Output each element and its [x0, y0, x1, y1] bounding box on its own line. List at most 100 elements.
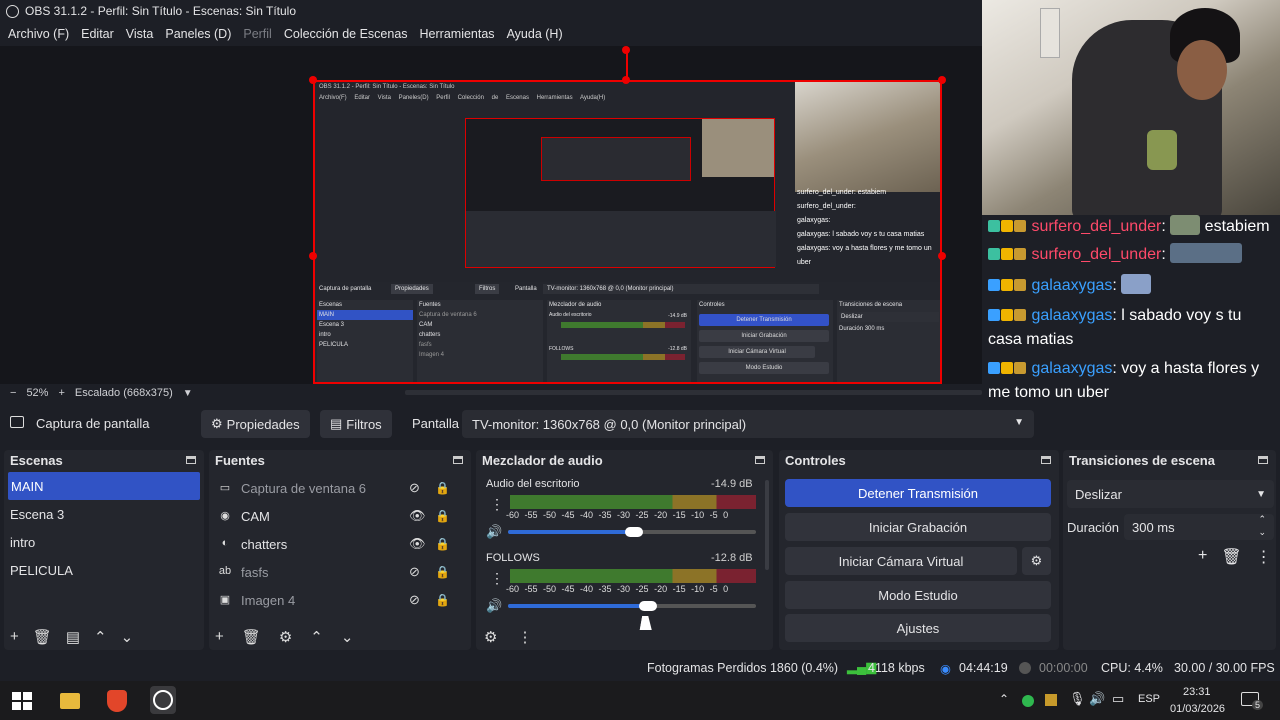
file-explorer-icon[interactable] — [60, 693, 80, 709]
lock-icon[interactable]: 🔒 — [435, 509, 450, 523]
arrow-up-icon[interactable]: ⌃ — [94, 628, 107, 646]
menu-editar[interactable]: Editar — [75, 27, 120, 41]
menu-paneles[interactable]: Paneles (D) — [159, 27, 237, 41]
menu-coleccion-escenas[interactable]: Colección de Escenas — [278, 27, 414, 41]
nested-menu: Archivo(F) Editar Vista Paneles(D) Perfi… — [319, 95, 606, 101]
scene-item-pelicula[interactable]: PELICULA — [4, 556, 204, 584]
chat-message: surfero_del_under: estabiem — [988, 215, 1278, 239]
trash-icon[interactable]: 🗑 — [33, 628, 52, 646]
scene-item-intro[interactable]: intro — [4, 528, 204, 556]
scene-item-escena-3[interactable]: Escena 3 — [4, 500, 204, 528]
gear-icon[interactable]: ⚙ — [484, 628, 497, 646]
network-icon[interactable]: ▭ — [1112, 691, 1124, 707]
more-options-icon[interactable]: ⋮ — [1256, 547, 1272, 567]
duration-spinbox[interactable]: 300 ms ⌃ ⌄ — [1124, 514, 1274, 540]
menu-vista[interactable]: Vista — [120, 27, 160, 41]
brave-browser-icon[interactable] — [107, 690, 127, 712]
menu-bar: Archivo (F) Editar Vista Paneles (D) Per… — [0, 22, 982, 46]
resize-handle-tr[interactable] — [938, 76, 946, 84]
stop-streaming-button[interactable]: Detener Transmisión — [785, 479, 1051, 507]
resize-handle-r[interactable] — [938, 252, 946, 260]
chat-message: galaaxygas: voy a hasta flores y me tomo… — [988, 360, 1260, 401]
menu-herramientas[interactable]: Herramientas — [414, 27, 501, 41]
filter-icon[interactable]: ▤ — [66, 628, 80, 646]
clock-date[interactable]: 01/03/2026 — [1170, 703, 1225, 715]
microphone-icon[interactable]: 🎙 — [1069, 691, 1086, 707]
emote-icon — [1170, 215, 1201, 235]
lock-icon[interactable]: 🔒 — [435, 565, 450, 579]
tray-app-icon[interactable] — [1045, 694, 1057, 706]
lock-icon[interactable]: 🔒 — [435, 593, 450, 607]
menu-ayuda[interactable]: Ayuda (H) — [501, 27, 569, 41]
settings-button[interactable]: Ajustes — [785, 614, 1051, 642]
lock-icon[interactable]: 🔒 — [435, 537, 450, 551]
volume-slider-thumb[interactable] — [639, 601, 657, 611]
source-item[interactable]: ▭ Captura de ventana 6 ⊘ 🔒 — [209, 474, 471, 502]
eye-icon[interactable]: 👁 — [409, 508, 426, 524]
trash-icon[interactable]: 🗑 — [242, 628, 261, 646]
eye-icon[interactable]: 👁 — [409, 536, 426, 552]
eye-hidden-icon[interactable]: ⊘ — [409, 564, 420, 580]
virtual-camera-settings-button[interactable]: ⚙ — [1022, 547, 1051, 575]
more-options-icon[interactable]: ⋮ — [490, 496, 504, 513]
source-item[interactable]: ◉ CAM 👁 🔒 — [209, 502, 471, 530]
rotate-handle[interactable] — [622, 46, 630, 54]
properties-button[interactable]: ⚙ Propiedades — [201, 410, 310, 438]
add-icon[interactable]: + — [1198, 547, 1207, 567]
language-indicator[interactable]: ESP — [1138, 693, 1160, 705]
float-dock-icon[interactable] — [755, 456, 765, 464]
source-item[interactable]: ab fasfs ⊘ 🔒 — [209, 558, 471, 586]
taskbar — [0, 681, 1280, 720]
speaker-icon[interactable]: 🔊 — [486, 598, 502, 614]
badge-icon — [1001, 309, 1013, 321]
gear-icon[interactable]: ⚙ — [279, 628, 292, 646]
chevron-up-icon[interactable]: ⌃ — [999, 692, 1009, 706]
speaker-icon[interactable]: 🔊 — [486, 524, 502, 540]
volume-icon[interactable]: 🔊 — [1089, 691, 1105, 707]
volume-slider[interactable] — [508, 530, 634, 534]
add-icon[interactable]: + — [215, 628, 224, 646]
zoom-out-icon[interactable]: − — [10, 387, 16, 399]
chevron-down-icon[interactable]: ⌄ — [1258, 527, 1266, 538]
resize-handle-t[interactable] — [622, 76, 630, 84]
tray-app-icon[interactable] — [1022, 695, 1034, 707]
float-dock-icon[interactable] — [453, 456, 463, 464]
resize-handle-tl[interactable] — [309, 76, 317, 84]
mixer-scrollbar[interactable] — [765, 480, 769, 570]
start-recording-button[interactable]: Iniciar Grabación — [785, 513, 1051, 541]
resize-handle-l[interactable] — [309, 252, 317, 260]
source-item[interactable]: ◐ chatters 👁 🔒 — [209, 530, 471, 558]
badge-icon — [1001, 362, 1013, 374]
monitor-select[interactable]: TV-monitor: 1360x768 @ 0,0 (Monitor prin… — [462, 410, 1034, 438]
filters-button[interactable]: ▤ Filtros — [320, 410, 392, 438]
float-dock-icon[interactable] — [1258, 456, 1268, 464]
clock-time[interactable]: 23:31 — [1183, 686, 1211, 698]
arrow-up-icon[interactable]: ⌃ — [310, 628, 323, 646]
arrow-down-icon[interactable]: ⌄ — [341, 628, 354, 646]
screen-capture-preview[interactable]: OBS 31.1.2 - Perfil: Sin Título - Escena… — [313, 80, 942, 384]
more-options-icon[interactable]: ⋮ — [517, 628, 532, 646]
menu-archivo[interactable]: Archivo (F) — [2, 27, 75, 41]
eye-hidden-icon[interactable]: ⊘ — [409, 480, 420, 496]
arrow-down-icon[interactable]: ⌄ — [121, 628, 134, 646]
eye-hidden-icon[interactable]: ⊘ — [409, 592, 420, 608]
transition-select[interactable]: Deslizar ▼ — [1067, 480, 1274, 508]
float-dock-icon[interactable] — [186, 456, 196, 464]
volume-slider-thumb[interactable] — [625, 527, 643, 537]
preview-scrollbar[interactable] — [405, 390, 982, 395]
float-dock-icon[interactable] — [1041, 456, 1051, 464]
more-options-icon[interactable]: ⋮ — [490, 570, 504, 587]
lock-icon[interactable]: 🔒 — [435, 481, 450, 495]
trash-icon[interactable]: 🗑 — [1221, 547, 1241, 567]
add-icon[interactable]: + — [10, 628, 19, 646]
start-virtual-camera-button[interactable]: Iniciar Cámara Virtual — [785, 547, 1017, 575]
chevron-down-icon[interactable]: ▼ — [183, 388, 193, 399]
windows-start-icon[interactable] — [12, 692, 32, 710]
source-item[interactable]: ▣ Imagen 4 ⊘ 🔒 — [209, 586, 471, 614]
volume-slider[interactable] — [508, 604, 648, 608]
studio-mode-button[interactable]: Modo Estudio — [785, 581, 1051, 609]
dock-header: Fuentes — [209, 450, 471, 470]
zoom-in-icon[interactable]: + — [58, 387, 64, 399]
chevron-up-icon[interactable]: ⌃ — [1258, 514, 1266, 525]
scene-item-main[interactable]: MAIN — [8, 472, 200, 500]
